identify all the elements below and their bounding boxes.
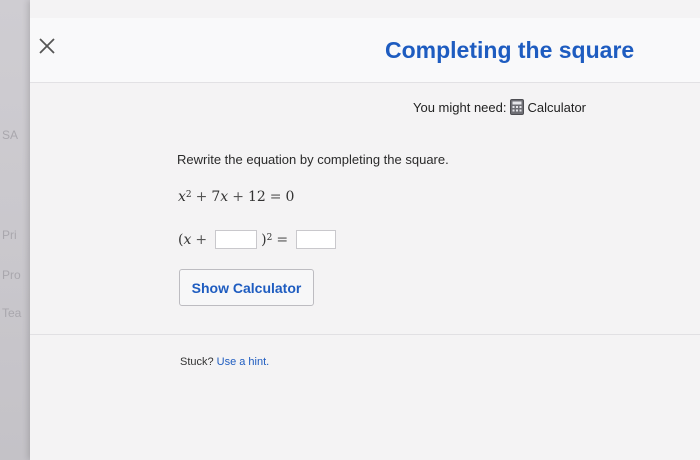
calculator-tool-label: Calculator — [527, 99, 587, 115]
given-equation: x2 + 7x + 12 = 0 — [178, 189, 294, 205]
equation-exponent: 2 — [185, 190, 192, 200]
equation-coefficient: 7 — [211, 189, 221, 205]
exercise-dialog: Completing the square You might need: Ca… — [30, 0, 700, 460]
answer-input-constant[interactable] — [215, 230, 258, 249]
show-calculator-button[interactable]: Show Calculator — [179, 269, 314, 306]
stuck-label: Stuck? — [180, 356, 214, 368]
equation-equals: = — [269, 189, 282, 205]
background-fragment: Tea — [2, 306, 22, 320]
dialog-header: Completing the square — [30, 18, 700, 83]
tools-needed: You might need: Calculator — [413, 99, 586, 115]
close-button[interactable] — [36, 35, 58, 57]
calculator-icon — [510, 99, 525, 115]
answer-equals: = — [276, 231, 289, 248]
close-icon — [39, 38, 55, 54]
equation-plus: + — [195, 189, 208, 205]
dialog-title: Completing the square — [385, 37, 635, 63]
equation-variable: x — [220, 189, 229, 205]
equation-rhs: 0 — [285, 189, 295, 205]
answer-plus: + — [195, 231, 208, 248]
answer-exponent: 2 — [266, 232, 273, 243]
might-need-label: You might need: — [413, 99, 507, 115]
use-hint-link[interactable]: Use a hint. — [217, 356, 270, 368]
equation-constant: 12 — [247, 189, 266, 205]
answer-input-rhs[interactable] — [296, 230, 337, 249]
answer-equation: (x + ) 2 = — [178, 230, 340, 249]
hint-row: Stuck? Use a hint. — [180, 356, 269, 368]
background-fragment: Pro — [2, 268, 21, 282]
equation-plus: + — [232, 189, 244, 205]
background-fragment: Pri — [2, 228, 17, 242]
answer-variable: x — [183, 231, 192, 248]
problem-prompt: Rewrite the equation by completing the s… — [177, 152, 449, 167]
divider — [30, 334, 700, 335]
equation-variable: x — [178, 189, 186, 205]
background-fragment: SA — [2, 128, 19, 142]
